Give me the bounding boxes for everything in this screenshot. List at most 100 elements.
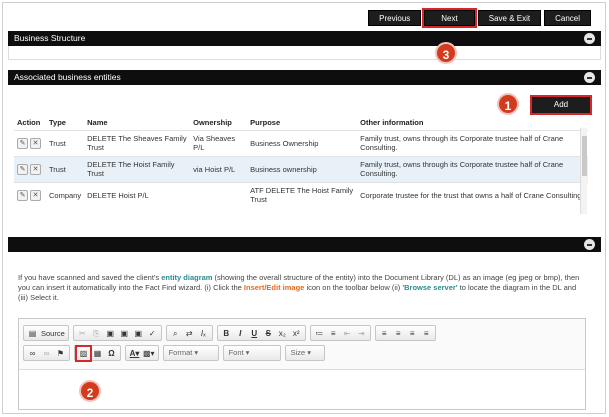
scrollbar-thumb[interactable] (582, 136, 587, 176)
table-row[interactable]: ✎ ✕ Trust DELETE The Hoist Family Trust v… (14, 155, 588, 182)
row-actions: ✎ ✕ (14, 129, 46, 156)
superscript-icon[interactable]: x² (290, 327, 303, 340)
paste-text-icon[interactable]: ▣ (118, 327, 131, 340)
editor-toolbar-row-1: ▤ Source ✂ ⎘ ▣ ▣ ▣ ✓ ⌕ ⇄ Iₓ B I U S x₂ x… (23, 325, 436, 341)
find-icon[interactable]: ⌕ (169, 327, 182, 340)
format-select[interactable]: Format ▾ (162, 345, 219, 361)
row-actions: ✎ ✕ (14, 181, 46, 208)
cell-info: Family trust, owns through its Corporate… (357, 155, 588, 182)
align-right-icon[interactable]: ≡ (406, 327, 419, 340)
cell-name: DELETE The Sheaves Family Trust (84, 129, 191, 156)
anchor-flag-icon[interactable]: ⚑ (54, 347, 67, 360)
color-group: A▾ ▩▾ (125, 345, 159, 361)
source-icon[interactable]: ▤ (26, 327, 39, 340)
delete-icon[interactable]: ✕ (30, 163, 41, 175)
link-icon[interactable]: ∞ (26, 347, 39, 360)
format-label: Format (168, 348, 193, 357)
clipboard-group: ✂ ⎘ ▣ ▣ ▣ ✓ (72, 325, 162, 341)
browse-server-text: 'Browse server' (402, 283, 458, 292)
instr-text-3: icon on the toolbar below (ii) (304, 283, 403, 292)
previous-button[interactable]: Previous (368, 10, 422, 26)
insert-group: ▨ ▦ Ω (74, 344, 121, 362)
business-structure-header[interactable]: Business Structure (8, 31, 601, 46)
associated-entities-header[interactable]: Associated business entities (8, 70, 601, 85)
outdent-icon[interactable]: ⇤ (341, 327, 354, 340)
bg-color-icon[interactable]: ▩▾ (142, 347, 156, 360)
font-select[interactable]: Font ▾ (222, 345, 281, 361)
business-structure-body (8, 46, 601, 60)
align-justify-icon[interactable]: ≡ (420, 327, 433, 340)
next-button[interactable]: Next (422, 8, 477, 28)
table-row[interactable]: ✎ ✕ Trust DELETE The Sheaves Family Trust… (14, 129, 588, 156)
remove-format-icon[interactable]: Iₓ (197, 327, 210, 340)
align-left-icon[interactable]: ≡ (378, 327, 391, 340)
rich-text-editor: ▤ Source ✂ ⎘ ▣ ▣ ▣ ✓ ⌕ ⇄ Iₓ B I U S x₂ x… (18, 318, 586, 410)
collapse-icon[interactable] (584, 239, 595, 250)
cell-type: Trust (46, 155, 85, 182)
copy-icon[interactable]: ⎘ (90, 327, 103, 340)
unlink-icon[interactable]: ∞ (40, 347, 53, 360)
spellcheck-icon[interactable]: ✓ (146, 327, 159, 340)
bullet-list-icon[interactable]: ≡ (327, 327, 340, 340)
insert-image-icon[interactable]: ▨ (75, 344, 92, 362)
size-select[interactable]: Size ▾ (284, 345, 325, 361)
list-group: ≔ ≡ ⇤ ⇥ (309, 325, 371, 341)
cell-info: Corporate trustee for the trust that own… (357, 181, 588, 208)
delete-icon[interactable]: ✕ (30, 137, 41, 149)
edit-icon[interactable]: ✎ (17, 137, 28, 149)
cell-purpose: Business ownership (247, 155, 358, 182)
step-badge-1: 1 (497, 93, 519, 115)
edit-icon[interactable]: ✎ (17, 163, 28, 175)
cell-name: DELETE Hoist P/L (84, 181, 191, 208)
add-button[interactable]: Add (530, 95, 592, 115)
strike-icon[interactable]: S (262, 327, 275, 340)
bold-icon[interactable]: B (220, 327, 233, 340)
step-badge-3: 3 (435, 42, 457, 64)
col-ownership: Ownership (193, 118, 232, 128)
editor-content-area[interactable] (19, 369, 585, 409)
replace-icon[interactable]: ⇄ (183, 327, 196, 340)
delete-icon[interactable]: ✕ (30, 189, 41, 201)
cell-name: DELETE The Hoist Family Trust (84, 155, 191, 182)
cell-info: Family trust, owns through its Corporate… (357, 129, 588, 156)
align-center-icon[interactable]: ≡ (392, 327, 405, 340)
source-button[interactable]: Source (40, 327, 66, 340)
align-group: ≡ ≡ ≡ ≡ (374, 325, 436, 341)
source-group: ▤ Source (23, 325, 69, 341)
entities-table: Action Type Name Ownership Purpose Other… (14, 116, 588, 208)
cut-icon[interactable]: ✂ (76, 327, 89, 340)
find-group: ⌕ ⇄ Iₓ (165, 325, 213, 341)
indent-icon[interactable]: ⇥ (355, 327, 368, 340)
style-group: B I U S x₂ x² (216, 325, 306, 341)
underline-icon[interactable]: U (248, 327, 261, 340)
special-char-icon[interactable]: Ω (105, 347, 118, 360)
table-scrollbar[interactable] (580, 128, 587, 214)
table-icon[interactable]: ▦ (91, 347, 104, 360)
cell-purpose: ATF DELETE The Hoist Family Trust (247, 181, 358, 208)
cancel-button[interactable]: Cancel (544, 10, 591, 26)
diagram-panel-header[interactable] (8, 237, 601, 252)
table-row[interactable]: ✎ ✕ Company DELETE Hoist P/L ATF DELETE T… (14, 181, 588, 208)
cell-type: Company (46, 181, 85, 208)
diagram-instructions: If you have scanned and saved the client… (18, 273, 588, 303)
associated-entities-title: Associated business entities (14, 72, 121, 82)
save-exit-button[interactable]: Save & Exit (477, 10, 542, 26)
cell-ownership: Via Sheaves P/L (190, 129, 248, 156)
top-button-bar: Previous Next Save & Exit Cancel (368, 8, 591, 28)
subscript-icon[interactable]: x₂ (276, 327, 289, 340)
text-color-icon[interactable]: A▾ (128, 347, 141, 360)
link-group: ∞ ∞ ⚑ (23, 345, 70, 361)
business-structure-title: Business Structure (14, 33, 86, 43)
numbered-list-icon[interactable]: ≔ (313, 327, 326, 340)
italic-icon[interactable]: I (234, 327, 247, 340)
font-label: Font (228, 348, 244, 357)
size-label: Size (290, 348, 306, 357)
paste-word-icon[interactable]: ▣ (132, 327, 145, 340)
collapse-icon[interactable] (584, 33, 595, 44)
editor-toolbar-row-2: ∞ ∞ ⚑ ▨ ▦ Ω A▾ ▩▾ Format ▾ Font ▾ Size ▾ (23, 344, 325, 362)
paste-icon[interactable]: ▣ (104, 327, 117, 340)
step-badge-2: 2 (79, 380, 101, 402)
edit-icon[interactable]: ✎ (17, 189, 28, 201)
col-action: Action (17, 118, 41, 128)
collapse-icon[interactable] (584, 72, 595, 83)
